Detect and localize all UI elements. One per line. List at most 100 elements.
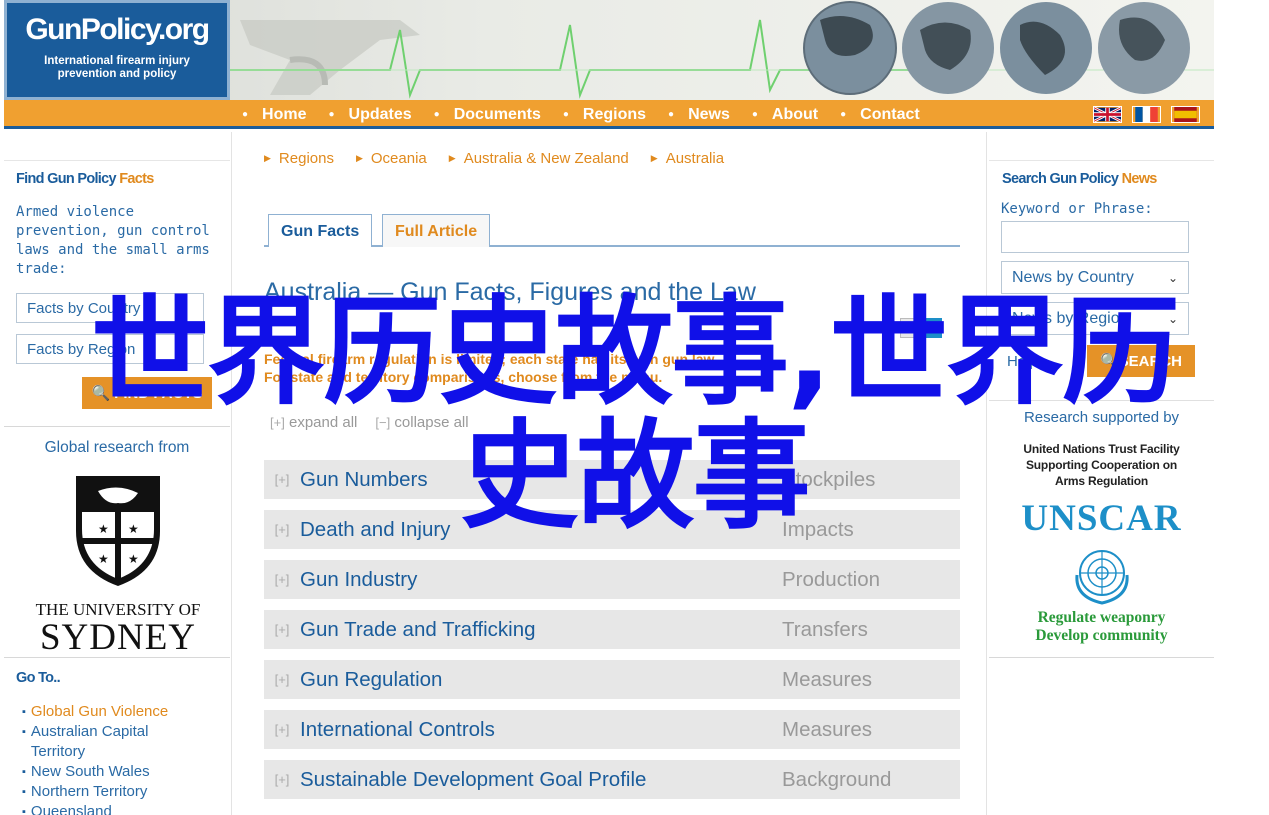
nav-news[interactable]: ● News xyxy=(668,106,752,124)
goto-list: ▪ Global Gun Violence ▪ Australian Capital… xyxy=(22,702,201,815)
find-facts-button-label: FIND FACTS xyxy=(114,384,203,402)
collapse-all-link[interactable]: [−] collapse all xyxy=(375,414,468,431)
print-icon[interactable] xyxy=(900,318,918,338)
university-of-sydney-logo[interactable]: ★ ★ ★ ★ THE UNIVERSITY OF SYDNEY xyxy=(26,471,210,656)
search-help-link[interactable]: Help xyxy=(1007,353,1038,370)
news-by-region-select[interactable]: News by Region ⌄ xyxy=(1001,302,1189,335)
fact-section-title: International Controls xyxy=(300,717,495,741)
research-support-panel: Research supported by United Nations Tru… xyxy=(989,400,1214,656)
breadcrumb-label: Australia & New Zealand xyxy=(463,150,629,167)
nav-contact[interactable]: ● Contact xyxy=(840,106,942,124)
site-logo[interactable]: GunPolicy.org International firearm inju… xyxy=(4,0,230,100)
unscar-logo-text[interactable]: UNSCAR xyxy=(989,497,1214,540)
globe-icon xyxy=(803,1,897,95)
collapse-all-label: collapse all xyxy=(394,414,469,431)
nav-about[interactable]: ● About xyxy=(752,106,840,124)
france-flag-icon[interactable] xyxy=(1132,106,1161,123)
uk-flag-icon[interactable] xyxy=(1093,106,1122,123)
search-news-heading: Search Gun Policy News xyxy=(1002,171,1157,187)
goto-item[interactable]: ▪ Northern Territory xyxy=(22,782,201,802)
nav-updates[interactable]: ● Updates xyxy=(329,106,434,124)
search-button-label: SEARCH xyxy=(1118,352,1183,370)
bullet-icon: ● xyxy=(668,109,675,120)
breadcrumb-item[interactable]: ▶ Australia & New Zealand xyxy=(449,150,629,167)
fact-section-title: Gun Industry xyxy=(300,567,418,591)
goto-item-label: Australian Capital Territory xyxy=(30,723,149,760)
page-tools: + xyxy=(900,318,942,338)
nav-regions[interactable]: ● Regions xyxy=(563,106,668,124)
plus-box-icon: [+] xyxy=(274,572,290,587)
fact-section-subtitle: Production xyxy=(782,567,881,591)
chevron-down-icon: ⌄ xyxy=(1167,311,1178,326)
search-icon: 🔍 xyxy=(91,385,111,402)
goto-item[interactable]: ▪ Global Gun Violence xyxy=(22,702,201,722)
find-facts-panel: Find Gun Policy Facts Armed violence pre… xyxy=(4,160,230,424)
find-heading-accent: Facts xyxy=(119,171,154,187)
right-sidebar: Search Gun Policy News Keyword or Phrase… xyxy=(989,160,1214,815)
facts-by-region-select[interactable]: Facts by Region xyxy=(16,334,204,364)
find-facts-button[interactable]: 🔍 FIND FACTS xyxy=(82,377,212,409)
arrow-right-icon: ▶ xyxy=(650,153,658,163)
plus-box-icon: [+] xyxy=(274,622,290,637)
goto-item[interactable]: ▪ Queensland xyxy=(22,802,201,815)
fact-section-row[interactable]: [+] Gun Regulation Measures xyxy=(264,660,960,699)
breadcrumb: ▶ Regions ▶ Oceania ▶ Australia & New Zeala… xyxy=(264,150,746,167)
find-facts-heading: Find Gun Policy Facts xyxy=(16,171,154,187)
fact-section-row[interactable]: [+] Death and Injury Impacts xyxy=(264,510,960,549)
keyword-input[interactable] xyxy=(1001,221,1189,253)
left-sidebar: Find Gun Policy Facts Armed violence pre… xyxy=(4,160,230,815)
fact-section-row[interactable]: [+] Gun Numbers Stockpiles xyxy=(264,460,960,499)
plus-box-icon: [+] xyxy=(274,722,290,737)
search-news-button[interactable]: 🔍 SEARCH xyxy=(1087,345,1195,377)
global-research-label: Global research from xyxy=(44,439,190,456)
plus-box-icon: [+] xyxy=(274,522,290,537)
fact-section-subtitle: Background xyxy=(782,767,892,791)
breadcrumb-label: Oceania xyxy=(370,150,427,167)
bullet-icon: ● xyxy=(433,109,440,120)
nav-documents[interactable]: ● Documents xyxy=(434,106,563,124)
news-by-country-select[interactable]: News by Country ⌄ xyxy=(1001,261,1189,294)
nav-documents-label: Documents xyxy=(453,105,541,123)
tab-full-article[interactable]: Full Article xyxy=(382,214,491,247)
search-heading-accent: News xyxy=(1121,171,1158,187)
un-emblem-icon xyxy=(1075,550,1129,605)
bullet-icon: ● xyxy=(242,109,249,120)
breadcrumb-item[interactable]: ▶ Regions xyxy=(264,150,334,167)
bullet-icon: ▪ xyxy=(22,726,26,738)
slogan-line2: Develop community xyxy=(1035,627,1168,644)
fact-section-title: Gun Trade and Trafficking xyxy=(300,617,536,641)
news-by-country-label: News by Country xyxy=(1012,268,1134,286)
fact-section-title: Gun Regulation xyxy=(300,667,443,691)
search-icon: 🔍 xyxy=(1099,353,1119,370)
fact-section-row[interactable]: [+] Gun Trade and Trafficking Transfers xyxy=(264,610,960,649)
bullet-icon: ● xyxy=(840,109,847,120)
chevron-down-icon: ⌄ xyxy=(1167,270,1178,285)
fact-section-title: Sustainable Development Goal Profile xyxy=(300,767,647,791)
research-supported-label: Research supported by xyxy=(1023,409,1180,426)
svg-text:★: ★ xyxy=(128,522,139,536)
goto-item[interactable]: ▪ Australian Capital Territory xyxy=(22,722,201,762)
goto-item[interactable]: ▪ New South Wales xyxy=(22,762,201,782)
nav-about-label: About xyxy=(771,105,819,123)
add-icon[interactable]: + xyxy=(924,318,942,338)
nav-home[interactable]: ● Home xyxy=(242,106,329,124)
logo-tagline-line2: prevention and policy xyxy=(57,68,177,80)
fact-section-row[interactable]: [+] Sustainable Development Goal Profile B… xyxy=(264,760,960,799)
facts-accordion: [+] Gun Numbers Stockpiles [+] Death and In… xyxy=(264,460,960,810)
facts-by-country-select[interactable]: Facts by Country xyxy=(16,293,204,323)
fact-section-subtitle: Measures xyxy=(782,717,873,741)
breadcrumb-item[interactable]: ▶ Oceania xyxy=(356,150,427,167)
slogan-line1: Regulate weaponry xyxy=(1037,609,1166,626)
untf-line1: United Nations Trust Facility xyxy=(1023,442,1180,456)
header-banner-image xyxy=(230,1,1214,99)
bullet-icon: ▪ xyxy=(22,706,26,718)
fact-section-row[interactable]: [+] International Controls Measures xyxy=(264,710,960,749)
expand-all-link[interactable]: [+] expand all xyxy=(270,414,357,431)
usyd-name-line2: SYDNEY xyxy=(39,617,197,658)
tab-gun-facts[interactable]: Gun Facts xyxy=(268,214,373,247)
fact-section-row[interactable]: [+] Gun Industry Production xyxy=(264,560,960,599)
plus-box-icon: [+] xyxy=(274,672,290,687)
breadcrumb-item[interactable]: ▶ Australia xyxy=(651,150,724,167)
fact-section-subtitle: Measures xyxy=(782,667,873,691)
spain-flag-icon[interactable] xyxy=(1171,106,1200,123)
